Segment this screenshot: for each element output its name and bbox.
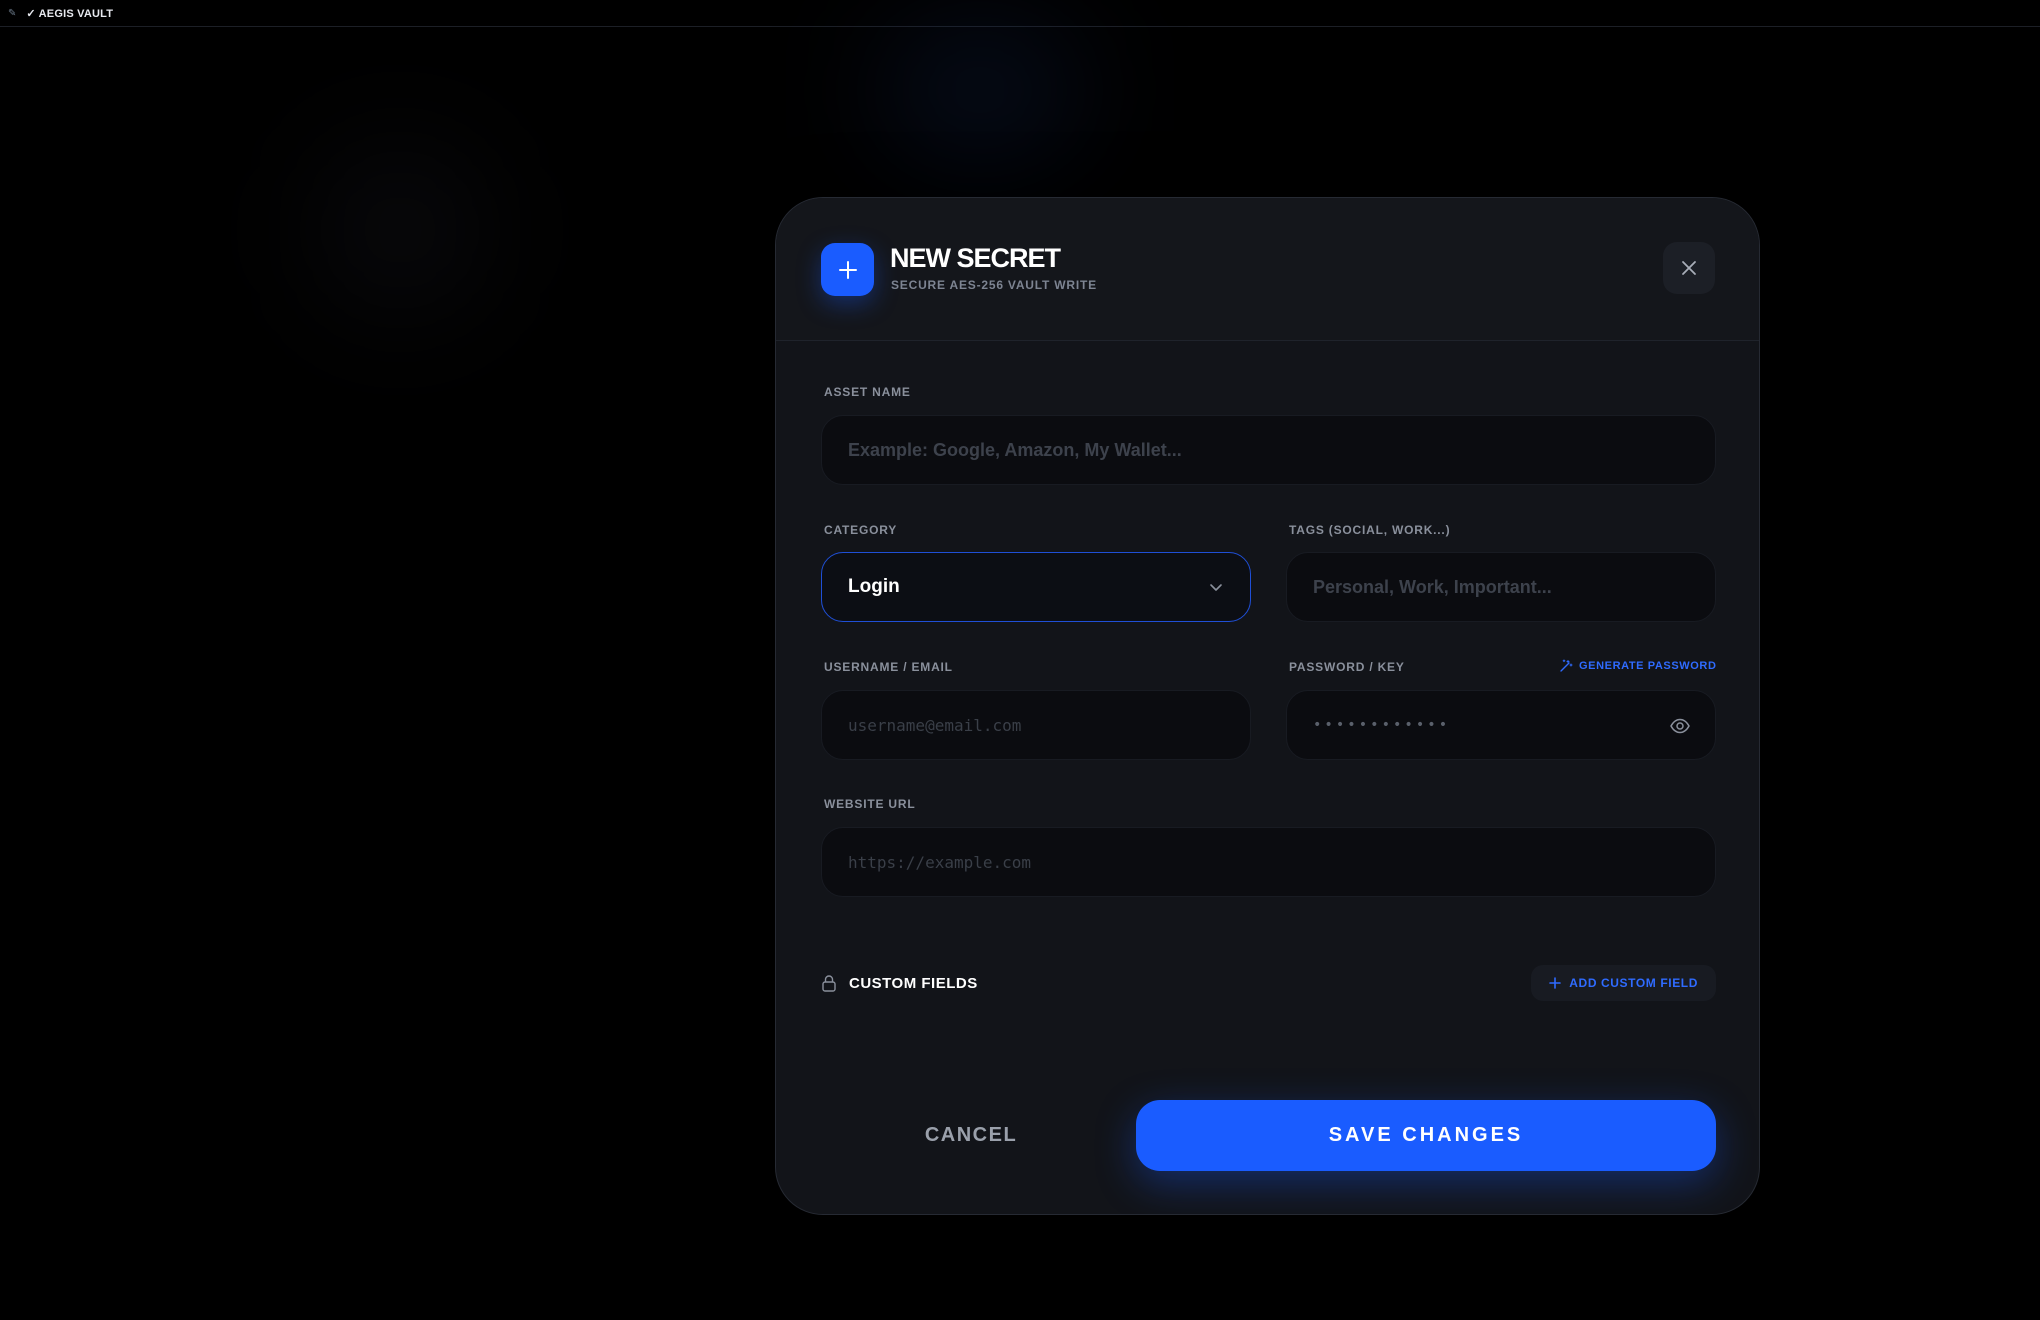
asset-name-placeholder: Example: Google, Amazon, My Wallet...	[848, 439, 1182, 460]
app-icon: ✎	[8, 7, 17, 19]
generate-password-link[interactable]: GENERATE PASSWORD	[1559, 659, 1717, 673]
close-icon	[1682, 261, 1696, 275]
password-label: PASSWORD / KEY	[1289, 660, 1405, 674]
plus-icon	[1549, 977, 1562, 989]
add-custom-field-button[interactable]: ADD CUSTOM FIELD	[1531, 965, 1716, 1001]
lock-icon	[822, 975, 836, 992]
asset-name-input[interactable]: Example: Google, Amazon, My Wallet...	[821, 415, 1716, 485]
app-topbar: ✎ ✓ AEGIS VAULT	[0, 0, 2040, 27]
category-label: CATEGORY	[824, 523, 898, 537]
custom-fields-heading: CUSTOM FIELDS	[821, 974, 978, 992]
password-input[interactable]: ••••••••••••	[1286, 690, 1716, 760]
app-title: ✓ AEGIS VAULT	[26, 7, 114, 20]
category-value: Login	[848, 576, 900, 597]
eye-icon[interactable]	[1669, 715, 1691, 737]
website-input[interactable]: https://example.com	[821, 827, 1716, 897]
modal-subtitle: SECURE AES-256 VAULT WRITE	[891, 278, 1097, 292]
custom-fields-title: CUSTOM FIELDS	[849, 974, 978, 992]
category-select[interactable]: Login	[821, 552, 1251, 622]
username-input[interactable]: username@email.com	[821, 690, 1251, 760]
website-label: WEBSITE URL	[824, 797, 916, 811]
magic-wand-icon	[1560, 659, 1573, 672]
username-placeholder: username@email.com	[848, 715, 1022, 735]
website-placeholder: https://example.com	[848, 852, 1032, 872]
cancel-button[interactable]: CANCEL	[821, 1100, 1121, 1170]
add-custom-field-label: ADD CUSTOM FIELD	[1569, 976, 1698, 990]
plus-icon	[821, 243, 874, 296]
tags-placeholder: Personal, Work, Important...	[1313, 576, 1552, 597]
modal-header: NEW SECRET SECURE AES-256 VAULT WRITE	[776, 198, 1759, 341]
chevron-down-icon	[1210, 584, 1222, 591]
tags-label: TAGS (SOCIAL, WORK...)	[1289, 523, 1451, 537]
background-glow	[320, 150, 480, 310]
username-label: USERNAME / EMAIL	[824, 660, 953, 674]
tags-input[interactable]: Personal, Work, Important...	[1286, 552, 1716, 622]
custom-fields-row: CUSTOM FIELDS ADD CUSTOM FIELD	[821, 965, 1716, 1001]
background-glow	[880, 30, 1080, 150]
asset-name-label: ASSET NAME	[824, 385, 911, 399]
modal-title: NEW SECRET	[890, 243, 1061, 273]
save-changes-button[interactable]: SAVE CHANGES	[1136, 1100, 1716, 1171]
password-placeholder: ••••••••••••	[1313, 717, 1451, 733]
close-button[interactable]	[1663, 242, 1715, 294]
new-secret-modal: NEW SECRET SECURE AES-256 VAULT WRITE AS…	[775, 197, 1760, 1215]
generate-password-label: GENERATE PASSWORD	[1579, 660, 1717, 672]
